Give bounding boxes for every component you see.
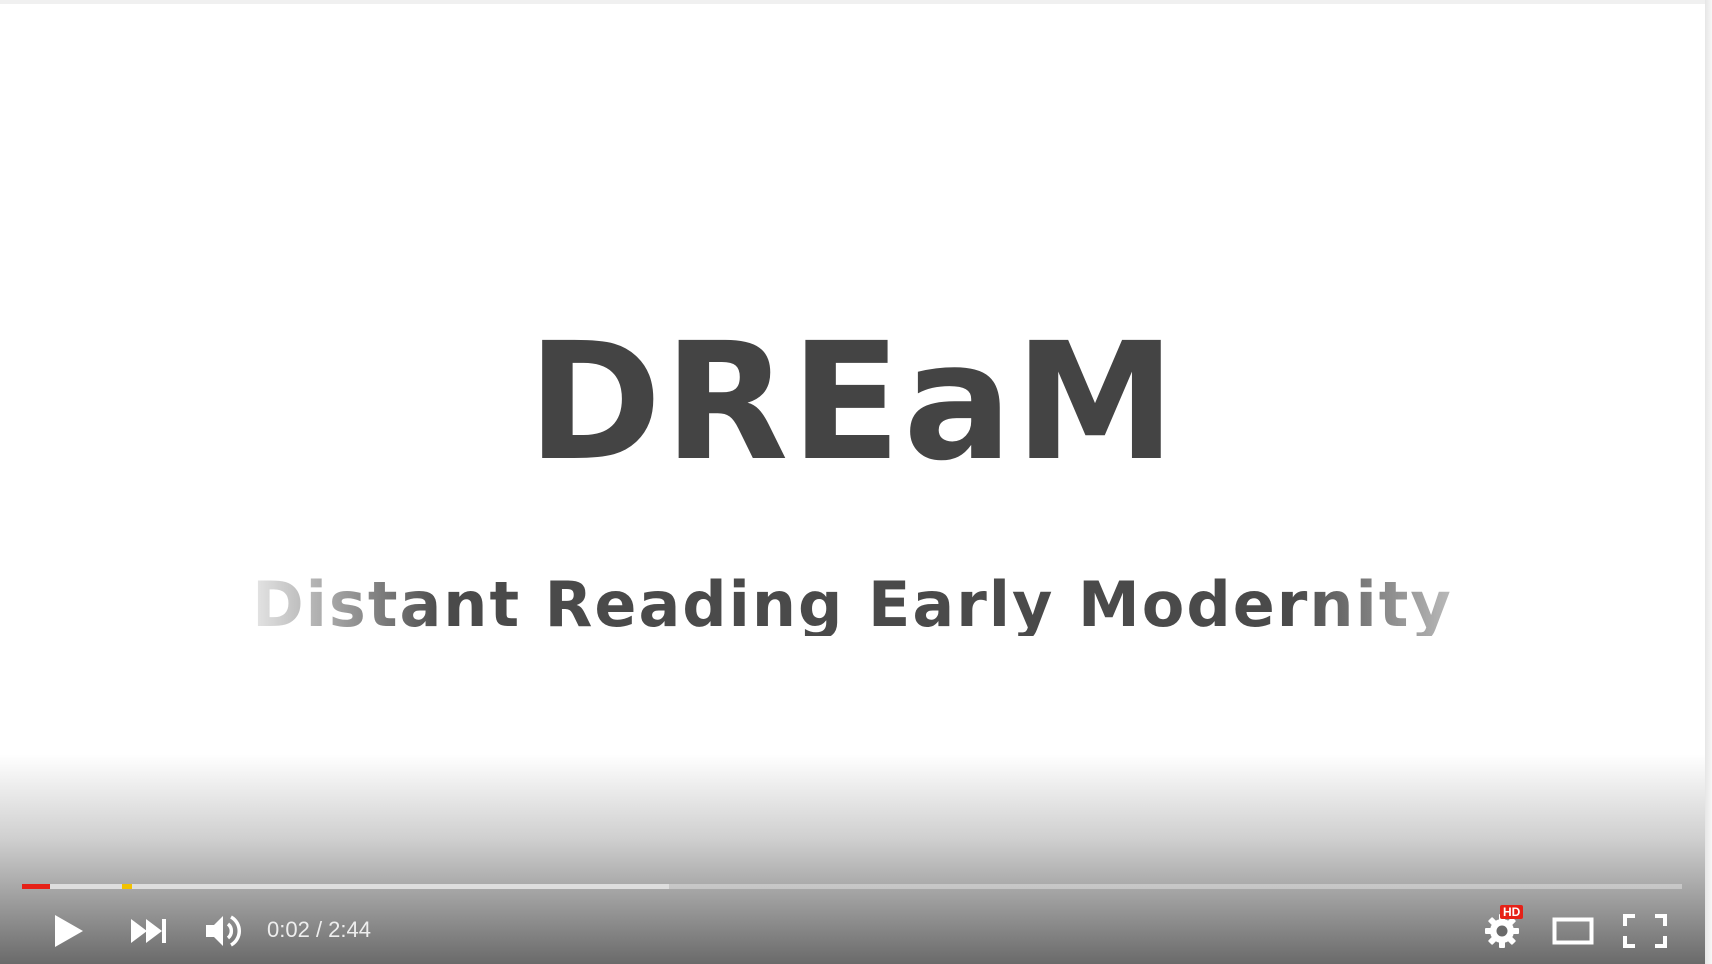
time-display: 0:02 / 2:44 (267, 917, 371, 943)
current-time: 0:02 (267, 917, 310, 942)
duration: 2:44 (328, 917, 371, 942)
next-icon (131, 919, 166, 943)
hd-badge: HD (1500, 905, 1524, 919)
progress-played (22, 884, 50, 889)
video-player[interactable]: DREaM Distant Reading Early Modernity 0:… (0, 4, 1705, 964)
video-title-card: DREaM (527, 309, 1178, 497)
fullscreen-icon (1623, 914, 1667, 948)
controls-gradient (0, 754, 1705, 964)
page-side-strip (1705, 0, 1712, 964)
progress-chapter-marker[interactable] (122, 884, 132, 889)
volume-button[interactable] (201, 909, 245, 953)
video-subtitle-card: Distant Reading Early Modernity (0, 574, 1705, 636)
next-button[interactable] (126, 911, 172, 951)
theater-mode-button[interactable] (1548, 909, 1598, 953)
theater-mode-icon (1552, 917, 1594, 945)
volume-icon (206, 915, 241, 947)
progress-bar[interactable] (22, 884, 1682, 889)
page: DREaM Distant Reading Early Modernity 0:… (0, 0, 1712, 964)
play-icon (55, 915, 83, 947)
fullscreen-button[interactable] (1620, 909, 1670, 953)
settings-button[interactable]: HD (1478, 905, 1526, 955)
time-separator: / (309, 917, 329, 942)
play-button[interactable] (46, 909, 90, 953)
progress-buffered (22, 884, 670, 889)
